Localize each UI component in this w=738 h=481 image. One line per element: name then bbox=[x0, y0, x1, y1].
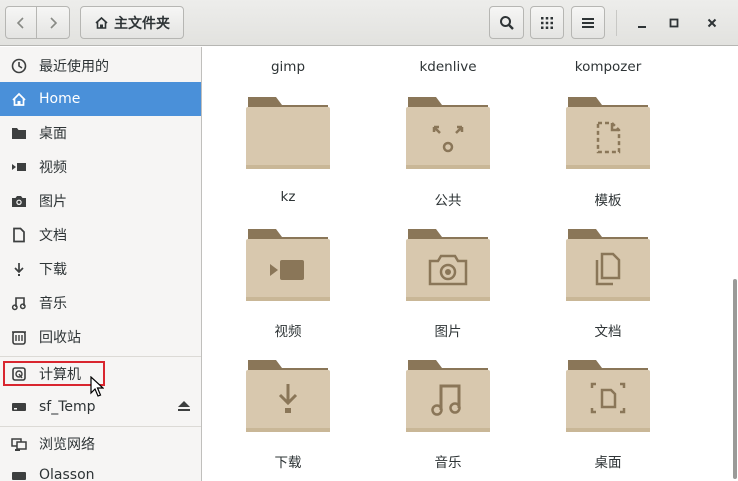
header-separator bbox=[616, 10, 617, 36]
grid-view-icon bbox=[541, 16, 553, 29]
maximize-button[interactable] bbox=[662, 11, 686, 35]
file-grid: gimp kdenlive kompozer kz 公共 模板 视频 图片 文档… bbox=[203, 47, 738, 481]
sidebar-item-videos[interactable]: 视频 bbox=[0, 150, 201, 184]
sidebar-item-label: 回收站 bbox=[39, 330, 81, 346]
folder-label-videos[interactable]: 视频 bbox=[218, 320, 358, 340]
desktop-folder-icon[interactable] bbox=[566, 358, 650, 432]
file-label-kdenlive[interactable]: kdenlive bbox=[378, 59, 518, 75]
mouse-cursor-icon bbox=[90, 376, 104, 397]
back-button[interactable] bbox=[5, 6, 37, 39]
home-icon bbox=[95, 16, 108, 29]
folder-label-public[interactable]: 公共 bbox=[378, 189, 518, 209]
folder-label-music[interactable]: 音乐 bbox=[378, 451, 518, 471]
drive-icon bbox=[10, 398, 28, 416]
sidebar-item-music[interactable]: 音乐 bbox=[0, 286, 201, 320]
search-icon bbox=[499, 15, 514, 30]
menu-button[interactable] bbox=[571, 6, 605, 39]
sidebar-item-label: 桌面 bbox=[39, 126, 67, 142]
templates-folder-icon[interactable] bbox=[566, 95, 650, 169]
file-label-gimp[interactable]: gimp bbox=[218, 59, 358, 75]
folder-label-templates[interactable]: 模板 bbox=[538, 189, 678, 209]
sidebar-item-network[interactable]: 浏览网络 bbox=[0, 427, 201, 461]
video-icon bbox=[10, 158, 28, 176]
sidebar-item-home[interactable]: Home bbox=[0, 82, 201, 116]
drive-icon bbox=[10, 467, 28, 481]
document-icon bbox=[10, 226, 28, 244]
home-icon bbox=[10, 90, 28, 108]
clock-icon bbox=[10, 57, 28, 75]
file-label-kompozer[interactable]: kompozer bbox=[538, 59, 678, 75]
scrollbar[interactable] bbox=[733, 279, 737, 479]
folder-label-desktop[interactable]: 桌面 bbox=[538, 451, 678, 471]
maximize-icon bbox=[669, 18, 679, 28]
camera-icon bbox=[10, 192, 28, 210]
forward-button[interactable] bbox=[36, 6, 70, 39]
sidebar-item-documents[interactable]: 文档 bbox=[0, 218, 201, 252]
download-icon bbox=[10, 260, 28, 278]
sidebar-item-label: 最近使用的 bbox=[39, 59, 109, 75]
hamburger-menu-icon bbox=[582, 17, 594, 28]
music-icon bbox=[10, 294, 28, 312]
close-button[interactable] bbox=[700, 11, 724, 35]
sidebar-item-label: sf_Temp bbox=[39, 399, 96, 415]
pictures-folder-icon[interactable] bbox=[406, 227, 490, 301]
videos-folder-icon[interactable] bbox=[246, 227, 330, 301]
search-button[interactable] bbox=[489, 6, 524, 39]
sidebar-item-label: 视频 bbox=[39, 160, 67, 176]
sidebar-item-desktop[interactable]: 桌面 bbox=[0, 116, 201, 150]
sidebar-item-label: Olasson bbox=[39, 467, 95, 481]
folder-label-downloads[interactable]: 下载 bbox=[218, 451, 358, 471]
music-folder-icon[interactable] bbox=[406, 358, 490, 432]
sidebar-item-recent[interactable]: 最近使用的 bbox=[0, 49, 201, 83]
sidebar-item-label: 浏览网络 bbox=[39, 437, 95, 453]
sidebar-item-label: 音乐 bbox=[39, 296, 67, 312]
chevron-right-icon bbox=[50, 16, 58, 29]
sidebar-item-pictures[interactable]: 图片 bbox=[0, 184, 201, 218]
chevron-left-icon bbox=[16, 16, 24, 29]
sidebar-item-trash[interactable]: 回收站 bbox=[0, 320, 201, 354]
path-home-button[interactable]: 主文件夹 bbox=[80, 6, 184, 39]
public-folder-icon[interactable] bbox=[406, 95, 490, 169]
trash-icon bbox=[10, 328, 28, 346]
sidebar-item-olasson[interactable]: Olasson bbox=[0, 461, 201, 481]
downloads-folder-icon[interactable] bbox=[246, 358, 330, 432]
close-icon bbox=[707, 18, 717, 28]
sidebar-item-label: 图片 bbox=[39, 194, 67, 210]
sidebar-item-label: Home bbox=[39, 91, 81, 107]
sidebar: 最近使用的 Home 桌面 视频 图片 文档 下载 音乐 回收站 计算机 sf_… bbox=[0, 47, 202, 481]
header-bar: 主文件夹 bbox=[0, 0, 738, 46]
desktop-folder-icon bbox=[10, 124, 28, 142]
folder-label-kz[interactable]: kz bbox=[218, 189, 358, 205]
network-icon bbox=[10, 435, 28, 453]
minimize-icon bbox=[638, 26, 646, 28]
path-label: 主文件夹 bbox=[114, 15, 170, 32]
folder-icon[interactable] bbox=[246, 95, 330, 169]
sidebar-item-downloads[interactable]: 下载 bbox=[0, 252, 201, 286]
eject-icon[interactable] bbox=[177, 400, 191, 416]
folder-label-documents[interactable]: 文档 bbox=[538, 320, 678, 340]
minimize-button[interactable] bbox=[630, 11, 654, 35]
sidebar-item-label: 文档 bbox=[39, 228, 67, 244]
sidebar-item-label: 下载 bbox=[39, 262, 67, 278]
folder-label-pictures[interactable]: 图片 bbox=[378, 320, 518, 340]
documents-folder-icon[interactable] bbox=[566, 227, 650, 301]
view-toggle-button[interactable] bbox=[530, 6, 564, 39]
